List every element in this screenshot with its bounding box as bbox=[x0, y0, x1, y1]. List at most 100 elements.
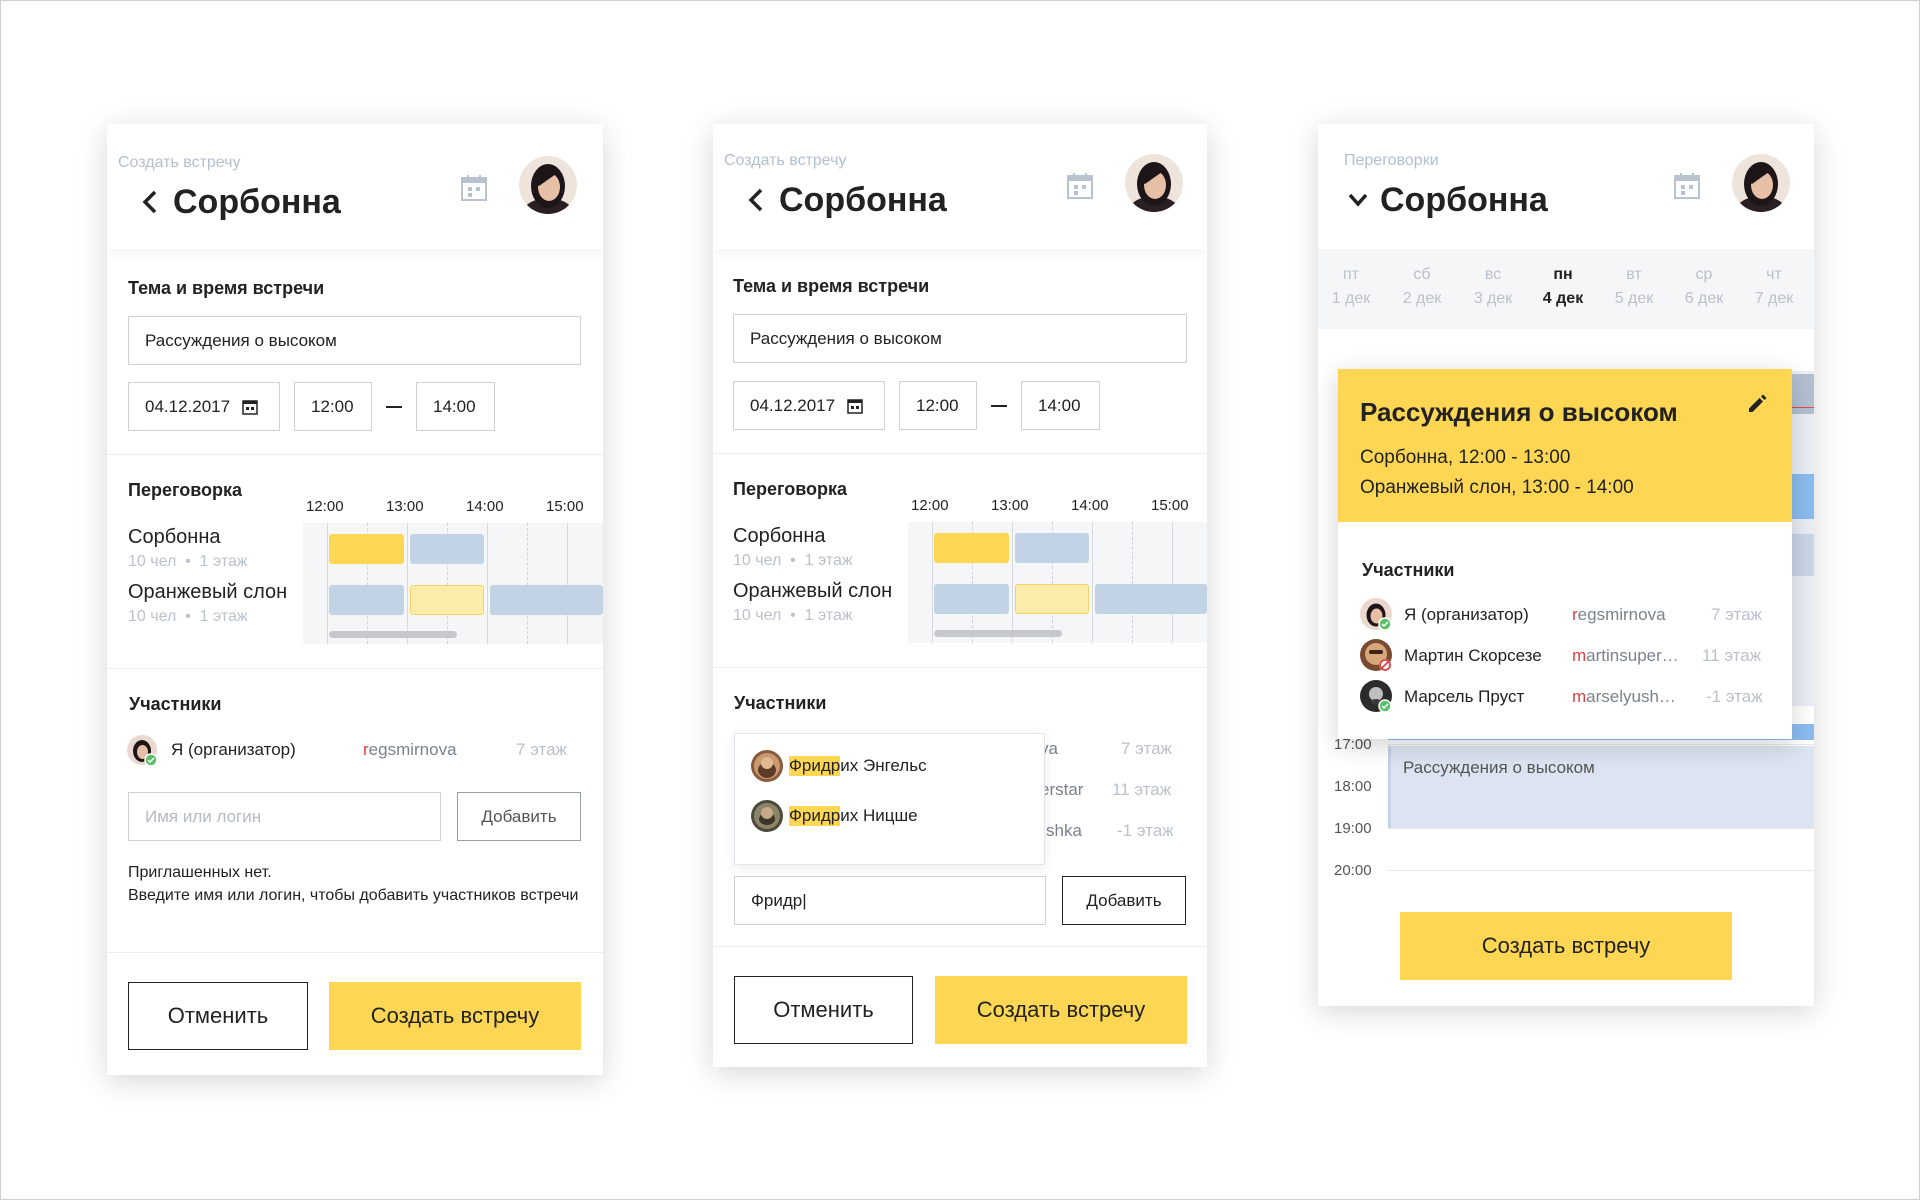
cancel-button[interactable]: Отменить bbox=[734, 976, 913, 1044]
breadcrumb[interactable]: Переговорки bbox=[1344, 152, 1439, 170]
participant-avatar bbox=[1360, 639, 1392, 671]
suggestion-item[interactable]: Фридр их Ницше bbox=[751, 800, 918, 832]
participants-section-title: Участники bbox=[129, 694, 222, 714]
room-name[interactable]: Оранжевый слон bbox=[128, 581, 287, 604]
chevron-down-icon[interactable] bbox=[1344, 180, 1372, 220]
day-pt[interactable]: пт 1 дек bbox=[1321, 263, 1381, 311]
calendar-small-icon bbox=[847, 398, 863, 414]
screen-room-calendar: Переговорки Сорбонна пт 1 дек сб 2 дек вс 3… bbox=[1318, 124, 1814, 1006]
back-chevron-icon[interactable] bbox=[137, 182, 165, 222]
topic-input[interactable]: Рассуждения о высоком bbox=[733, 314, 1187, 363]
room-name[interactable]: Оранжевый слон bbox=[733, 580, 892, 603]
page-title: Сорбонна bbox=[743, 180, 947, 220]
event-room-line: Сорбонна, 12:00 - 13:00 bbox=[1360, 447, 1571, 468]
screen-create-meeting-empty: Создать встречу Сорбонна Тема и время вс… bbox=[107, 124, 603, 1075]
participant-login: marselyush… bbox=[1572, 687, 1676, 706]
participant-login: regsmirnova bbox=[363, 740, 457, 759]
event-block[interactable]: Рассуждения о высоком bbox=[1388, 746, 1814, 828]
create-meeting-button[interactable]: Создать встречу bbox=[935, 976, 1187, 1044]
suggestion-item[interactable]: Фридр их Энгельс bbox=[751, 750, 927, 782]
add-participant-button[interactable]: Добавить bbox=[457, 792, 581, 841]
room-name[interactable]: Сорбонна bbox=[128, 526, 220, 549]
page-title: Сорбонна bbox=[137, 182, 341, 222]
back-chevron-icon[interactable] bbox=[743, 180, 771, 220]
date-value: 04.12.2017 bbox=[750, 395, 836, 415]
event-popup-title: Рассуждения о высоком bbox=[1360, 397, 1678, 427]
timeline-hour: 14:00 bbox=[1071, 497, 1109, 514]
divider bbox=[107, 668, 603, 669]
page-title-text: Сорбонна bbox=[1380, 180, 1548, 219]
selected-slot[interactable] bbox=[934, 533, 1009, 563]
participant-search-input[interactable]: Фридр| bbox=[734, 876, 1046, 925]
page-title-text: Сорбонна bbox=[779, 180, 947, 219]
day-sb[interactable]: сб 2 дек bbox=[1392, 263, 1452, 311]
calendar-icon[interactable] bbox=[460, 174, 488, 202]
hour-line bbox=[1388, 744, 1814, 745]
day-vs[interactable]: вс 3 дек bbox=[1463, 263, 1523, 311]
busy-slot bbox=[490, 585, 603, 615]
selected-slot[interactable] bbox=[410, 585, 484, 615]
event-popup: Рассуждения о высоком Сорбонна, 12:00 - … bbox=[1338, 369, 1792, 739]
edit-pencil-icon[interactable] bbox=[1746, 391, 1770, 415]
room-timeline[interactable] bbox=[303, 523, 603, 644]
user-avatar[interactable] bbox=[519, 156, 577, 214]
date-input[interactable]: 04.12.2017 bbox=[733, 381, 885, 430]
event-popup-header: Рассуждения о высоком Сорбонна, 12:00 - … bbox=[1338, 369, 1792, 522]
room-timeline[interactable] bbox=[908, 522, 1207, 643]
selected-slot[interactable] bbox=[329, 534, 404, 564]
user-avatar[interactable] bbox=[1732, 154, 1790, 212]
day-vt[interactable]: вт 5 дек bbox=[1604, 263, 1664, 311]
day-cht[interactable]: чт 7 дек bbox=[1744, 263, 1804, 311]
timeline-hour: 13:00 bbox=[991, 497, 1029, 514]
room-meta: 10 чел • 1 этаж bbox=[733, 607, 853, 624]
popup-participants-title: Участники bbox=[1362, 560, 1455, 580]
participant-search-input[interactable]: Имя или логин bbox=[128, 792, 441, 841]
timeline-hour: 14:00 bbox=[466, 498, 504, 515]
timeline-scrollbar[interactable] bbox=[934, 630, 1062, 637]
create-meeting-button[interactable]: Создать встречу bbox=[1400, 912, 1732, 980]
participant-floor: 7 этаж bbox=[1711, 605, 1762, 624]
calendar-icon[interactable] bbox=[1673, 172, 1701, 200]
date-value: 04.12.2017 bbox=[145, 396, 231, 416]
page-title-text: Сорбонна bbox=[173, 182, 341, 221]
busy-slot bbox=[329, 585, 404, 615]
user-avatar[interactable] bbox=[1125, 154, 1183, 212]
time-start-input[interactable]: 12:00 bbox=[899, 381, 977, 430]
participant-avatar bbox=[127, 735, 157, 765]
calendar-small-icon bbox=[242, 399, 258, 415]
timeline-hour: 15:00 bbox=[546, 498, 584, 515]
participant-floor: -1 этаж bbox=[1706, 687, 1763, 706]
week-strip: пт 1 дек сб 2 дек вс 3 дек пн 4 дек вт 5 дек … bbox=[1318, 249, 1814, 329]
suggestion-avatar bbox=[751, 750, 783, 782]
selected-slot[interactable] bbox=[1015, 584, 1089, 614]
date-input[interactable]: 04.12.2017 bbox=[128, 382, 280, 431]
hour-line bbox=[1388, 828, 1814, 829]
busy-slot bbox=[934, 584, 1009, 614]
calendar-icon[interactable] bbox=[1066, 172, 1094, 200]
screen-create-meeting-search: Создать встречу Сорбонна Тема и время вс… bbox=[713, 124, 1207, 1067]
cancel-button[interactable]: Отменить bbox=[128, 982, 308, 1050]
topic-input[interactable]: Рассуждения о высоком bbox=[128, 316, 581, 365]
add-participant-button[interactable]: Добавить bbox=[1062, 876, 1186, 925]
day-sr[interactable]: ср 6 дек bbox=[1674, 263, 1734, 311]
app-header: Создать встречу Сорбонна bbox=[107, 124, 603, 249]
breadcrumb[interactable]: Создать встречу bbox=[724, 152, 847, 170]
room-name[interactable]: Сорбонна bbox=[733, 525, 825, 548]
day-pn-active[interactable]: пн 4 дек bbox=[1533, 263, 1593, 311]
participant-login-partial: erstar bbox=[1040, 780, 1084, 799]
participant-avatar bbox=[1360, 598, 1392, 630]
meeting-section-title: Тема и время встречи bbox=[733, 276, 930, 296]
divider bbox=[107, 454, 603, 455]
room-meta: 10 чел • 1 этаж bbox=[128, 608, 248, 625]
time-start-input[interactable]: 12:00 bbox=[294, 382, 372, 431]
participant-name: Мартин Скорсезе bbox=[1404, 646, 1542, 665]
time-end-input[interactable]: 14:00 bbox=[1021, 381, 1100, 430]
room-meta: 10 чел • 1 этаж bbox=[128, 553, 248, 570]
time-end-input[interactable]: 14:00 bbox=[416, 382, 495, 431]
create-meeting-button[interactable]: Создать встречу bbox=[329, 982, 581, 1050]
page-title: Сорбонна bbox=[1344, 180, 1548, 220]
participant-login: regsmirnova bbox=[1572, 605, 1666, 624]
breadcrumb[interactable]: Создать встречу bbox=[118, 154, 241, 172]
timeline-scrollbar[interactable] bbox=[329, 631, 457, 638]
divider bbox=[713, 667, 1207, 668]
